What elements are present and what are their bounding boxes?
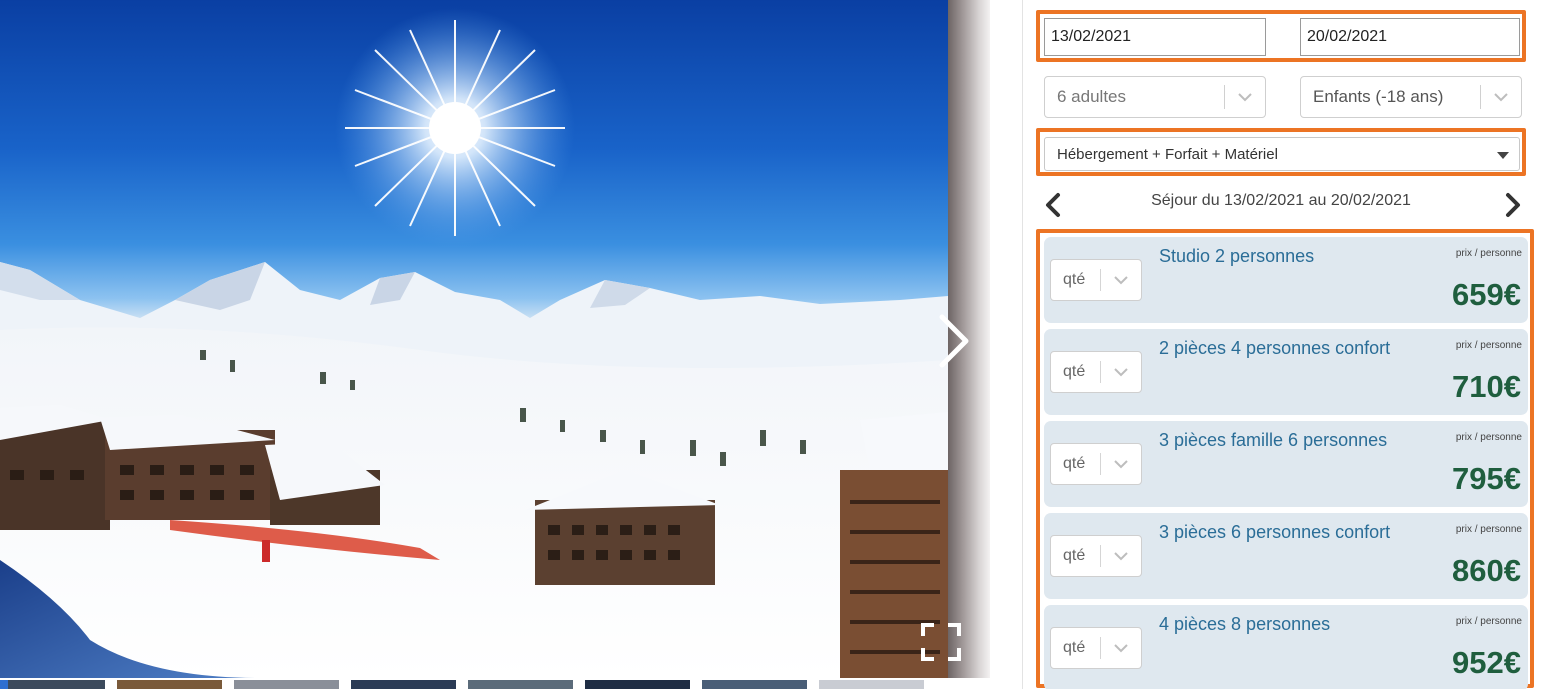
thumbnail-strip (0, 680, 990, 689)
offer-name[interactable]: 4 pièces 8 personnes (1159, 614, 1330, 635)
offer-card: qté 4 pièces 8 personnes prix / personne… (1044, 605, 1528, 689)
offer-name[interactable]: 3 pièces famille 6 personnes (1159, 430, 1387, 451)
thumbnail[interactable] (0, 680, 105, 689)
fullscreen-button[interactable] (920, 622, 962, 662)
chevron-right-icon (1506, 193, 1520, 217)
chevron-down-icon (1101, 367, 1141, 377)
chevron-down-icon (1101, 275, 1141, 285)
adults-select-value: 6 adultes (1057, 87, 1126, 106)
chevron-right-icon (939, 314, 969, 368)
period-label: Séjour du 13/02/2021 au 20/02/2021 (1151, 192, 1411, 209)
gallery-next-button[interactable] (932, 310, 976, 372)
ski-resort-illustration (0, 8, 948, 678)
chevron-down-icon (1225, 92, 1265, 102)
chevron-down-icon (1481, 92, 1521, 102)
price-unit-label: prix / personne (1455, 340, 1522, 351)
offer-price: 710€ (1452, 369, 1521, 404)
booking-page: 13/02/2021 20/02/2021 6 adultes Enfants … (0, 0, 1546, 689)
offer-price: 659€ (1452, 277, 1521, 312)
quantity-placeholder: qté (1063, 363, 1086, 380)
thumbnail[interactable] (117, 680, 222, 689)
gallery-photo (0, 0, 948, 678)
period-navigator: Séjour du 13/02/2021 au 20/02/2021 (1036, 186, 1526, 222)
thumbnail[interactable] (702, 680, 807, 689)
chevron-down-icon (1101, 459, 1141, 469)
quantity-placeholder: qté (1063, 455, 1086, 472)
caret-down-icon (1497, 152, 1509, 159)
offer-card: qté 2 pièces 4 personnes confort prix / … (1044, 329, 1528, 415)
thumbnail-active-marker (0, 680, 8, 689)
quantity-select[interactable]: qté (1050, 259, 1142, 301)
formula-select[interactable]: Hébergement + Forfait + Matériel (1044, 137, 1520, 171)
price-unit-label: prix / personne (1455, 248, 1522, 259)
children-select[interactable]: Enfants (-18 ans) (1300, 76, 1522, 118)
fullscreen-icon (921, 623, 961, 661)
quantity-select[interactable]: qté (1050, 535, 1142, 577)
thumbnail[interactable] (468, 680, 573, 689)
thumbnail[interactable] (585, 680, 690, 689)
thumbnail[interactable] (351, 680, 456, 689)
offer-price: 795€ (1452, 461, 1521, 496)
quantity-select[interactable]: qté (1050, 627, 1142, 669)
adults-select[interactable]: 6 adultes (1044, 76, 1266, 118)
quantity-placeholder: qté (1063, 639, 1086, 656)
offer-card: qté Studio 2 personnes prix / personne 6… (1044, 237, 1528, 323)
quantity-select[interactable]: qté (1050, 351, 1142, 393)
photo-gallery (0, 0, 990, 689)
period-next-button[interactable] (1502, 192, 1526, 220)
formula-select-value: Hébergement + Forfait + Matériel (1057, 145, 1278, 163)
children-select-value: Enfants (-18 ans) (1313, 87, 1444, 106)
offer-price: 860€ (1452, 553, 1521, 588)
offer-card: qté 3 pièces 6 personnes confort prix / … (1044, 513, 1528, 599)
quantity-placeholder: qté (1063, 271, 1086, 288)
thumbnail[interactable] (234, 680, 339, 689)
quantity-select[interactable]: qté (1050, 443, 1142, 485)
start-date-field[interactable]: 13/02/2021 (1044, 18, 1266, 56)
price-unit-label: prix / personne (1455, 432, 1522, 443)
offer-card: qté 3 pièces famille 6 personnes prix / … (1044, 421, 1528, 507)
thumbnail[interactable] (819, 680, 924, 689)
chevron-down-icon (1101, 643, 1141, 653)
chevron-down-icon (1101, 551, 1141, 561)
offer-name[interactable]: 2 pièces 4 personnes confort (1159, 338, 1390, 359)
quantity-placeholder: qté (1063, 547, 1086, 564)
offer-price: 952€ (1452, 645, 1521, 680)
price-unit-label: prix / personne (1455, 524, 1522, 535)
offer-name[interactable]: 3 pièces 6 personnes confort (1159, 522, 1390, 543)
price-unit-label: prix / personne (1455, 616, 1522, 627)
end-date-field[interactable]: 20/02/2021 (1300, 18, 1520, 56)
offer-name[interactable]: Studio 2 personnes (1159, 246, 1314, 267)
